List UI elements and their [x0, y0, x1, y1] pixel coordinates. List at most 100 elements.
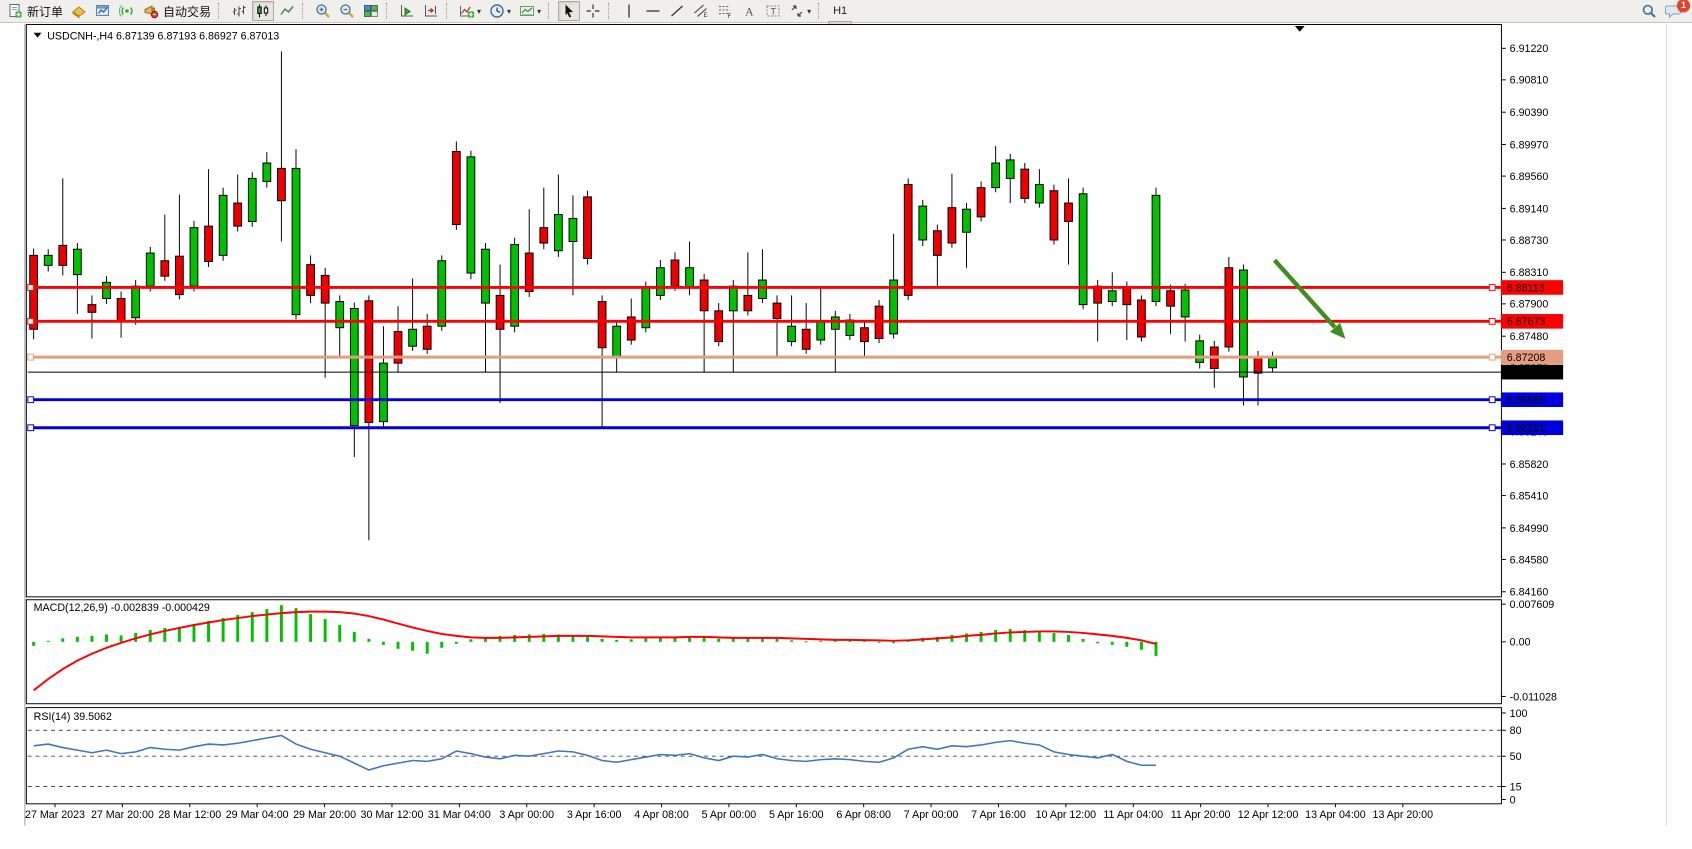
candle-body [132, 286, 140, 318]
time-tick-label: 5 Apr 00:00 [702, 809, 757, 821]
indicators-caret-icon: ▾ [477, 7, 481, 16]
price-tick-label: 6.90810 [1510, 75, 1549, 87]
text-button[interactable]: A [738, 1, 760, 21]
chart-shift-button[interactable] [420, 1, 442, 21]
vertical-line-button[interactable] [618, 1, 640, 21]
cursor-button[interactable] [558, 1, 580, 21]
candle-body [715, 311, 723, 342]
candle-body [59, 245, 67, 265]
candle-body [438, 261, 446, 326]
line-price-label: 6.87208 [1507, 352, 1546, 364]
candle-body [729, 286, 737, 311]
svg-text:F: F [728, 14, 732, 19]
notifications-button[interactable]: 1 [1662, 1, 1685, 21]
candle-body [511, 245, 519, 327]
templates-caret-icon: ▾ [537, 7, 541, 16]
candle-body [1152, 195, 1160, 301]
line-handle[interactable] [28, 285, 34, 291]
macd-histogram-bar [528, 634, 531, 641]
tile-windows-button[interactable] [360, 1, 382, 21]
line-handle[interactable] [1489, 397, 1495, 403]
time-tick-label: 29 Mar 20:00 [293, 809, 356, 821]
periods-caret-icon: ▾ [507, 7, 511, 16]
toolbar-separator [218, 3, 223, 19]
zoom-in-icon [315, 3, 331, 19]
macd-histogram-bar [1111, 642, 1114, 645]
equidistant-channel-button[interactable]: E [690, 1, 712, 21]
line-handle[interactable] [28, 397, 34, 403]
macd-histogram-bar [980, 632, 983, 642]
line-price-label: 6.86291 [1507, 423, 1546, 435]
rsi-axis-label: 80 [1510, 725, 1522, 737]
candle-body [904, 185, 912, 296]
line-handle[interactable] [28, 318, 34, 324]
arrows-icon [789, 3, 805, 19]
horizontal-line-button[interactable] [642, 1, 664, 21]
quotes-button[interactable] [68, 1, 90, 21]
search-button[interactable] [1638, 1, 1660, 21]
candlestick-type-button[interactable] [252, 1, 274, 21]
candle-body [802, 329, 810, 349]
price-tick-label: 6.88310 [1510, 267, 1549, 279]
line-handle[interactable] [1489, 318, 1495, 324]
zoom-out-button[interactable] [336, 1, 358, 21]
new-order-label: 新订单 [27, 3, 63, 20]
macd-histogram-bar [892, 642, 895, 643]
macd-histogram-bar [1038, 631, 1041, 642]
toolbar-separator [446, 3, 451, 19]
line-chart-type-button[interactable] [276, 1, 298, 21]
auto-scroll-button[interactable] [396, 1, 418, 21]
line-handle[interactable] [28, 425, 34, 431]
indicators-button[interactable]: ▾ [456, 1, 484, 21]
fibonacci-button[interactable]: F [714, 1, 736, 21]
macd-histogram-bar [90, 636, 93, 642]
macd-histogram-bar [338, 625, 341, 642]
crosshair-button[interactable] [582, 1, 604, 21]
line-handle[interactable] [1489, 285, 1495, 291]
macd-histogram-bar [426, 642, 429, 654]
price-tick-label: 6.85410 [1510, 490, 1549, 502]
candle-body [744, 295, 752, 310]
candle-body [234, 203, 242, 226]
charts-window-button[interactable] [92, 1, 114, 21]
line-chart-type-icon [279, 3, 295, 19]
zoom-in-button[interactable] [312, 1, 334, 21]
candle-body [365, 301, 373, 423]
macd-histogram-bar [193, 624, 196, 642]
quotes-icon [71, 3, 87, 19]
cursor-icon [561, 3, 577, 19]
macd-histogram-bar [32, 642, 35, 646]
candle-body [73, 249, 81, 274]
line-handle[interactable] [1489, 354, 1495, 360]
price-tick-label: 6.89970 [1510, 139, 1549, 151]
candlestick-type-icon [255, 3, 271, 19]
templates-button[interactable]: ▾ [516, 1, 544, 21]
price-tick-label: 6.91220 [1510, 43, 1549, 55]
timeframe-h1-button[interactable]: H1 [828, 1, 852, 21]
macd-histogram-bar [601, 639, 604, 642]
macd-histogram-bar [644, 638, 647, 641]
time-tick-label: 27 Mar 20:00 [91, 809, 154, 821]
periods-button[interactable]: ▾ [486, 1, 514, 21]
text-label-button[interactable]: T [762, 1, 784, 21]
macd-histogram-bar [703, 637, 706, 641]
candle-body [1006, 160, 1014, 178]
new-order-button[interactable]: 新订单 [4, 1, 66, 21]
arrows-button[interactable]: ▾ [786, 1, 814, 21]
trendline-button[interactable] [666, 1, 688, 21]
candle-body [1269, 358, 1277, 368]
line-handle[interactable] [28, 354, 34, 360]
rsi-label: RSI(14) 39.5062 [34, 711, 112, 723]
macd-histogram-bar [455, 642, 458, 644]
macd-histogram-bar [207, 621, 210, 642]
auto-trading-button[interactable]: 自动交易 [140, 1, 214, 21]
macd-axis-label: 0.007609 [1510, 599, 1555, 611]
chart-area[interactable]: 6.912206.908106.903906.899706.895606.891… [0, 24, 1692, 849]
signals-button[interactable] [116, 1, 138, 21]
bar-chart-type-button[interactable] [228, 1, 250, 21]
line-handle[interactable] [1489, 425, 1495, 431]
candle-body [219, 195, 227, 255]
candle-body [686, 268, 694, 288]
macd-histogram-bar [805, 641, 808, 642]
macd-histogram-bar [120, 635, 123, 641]
